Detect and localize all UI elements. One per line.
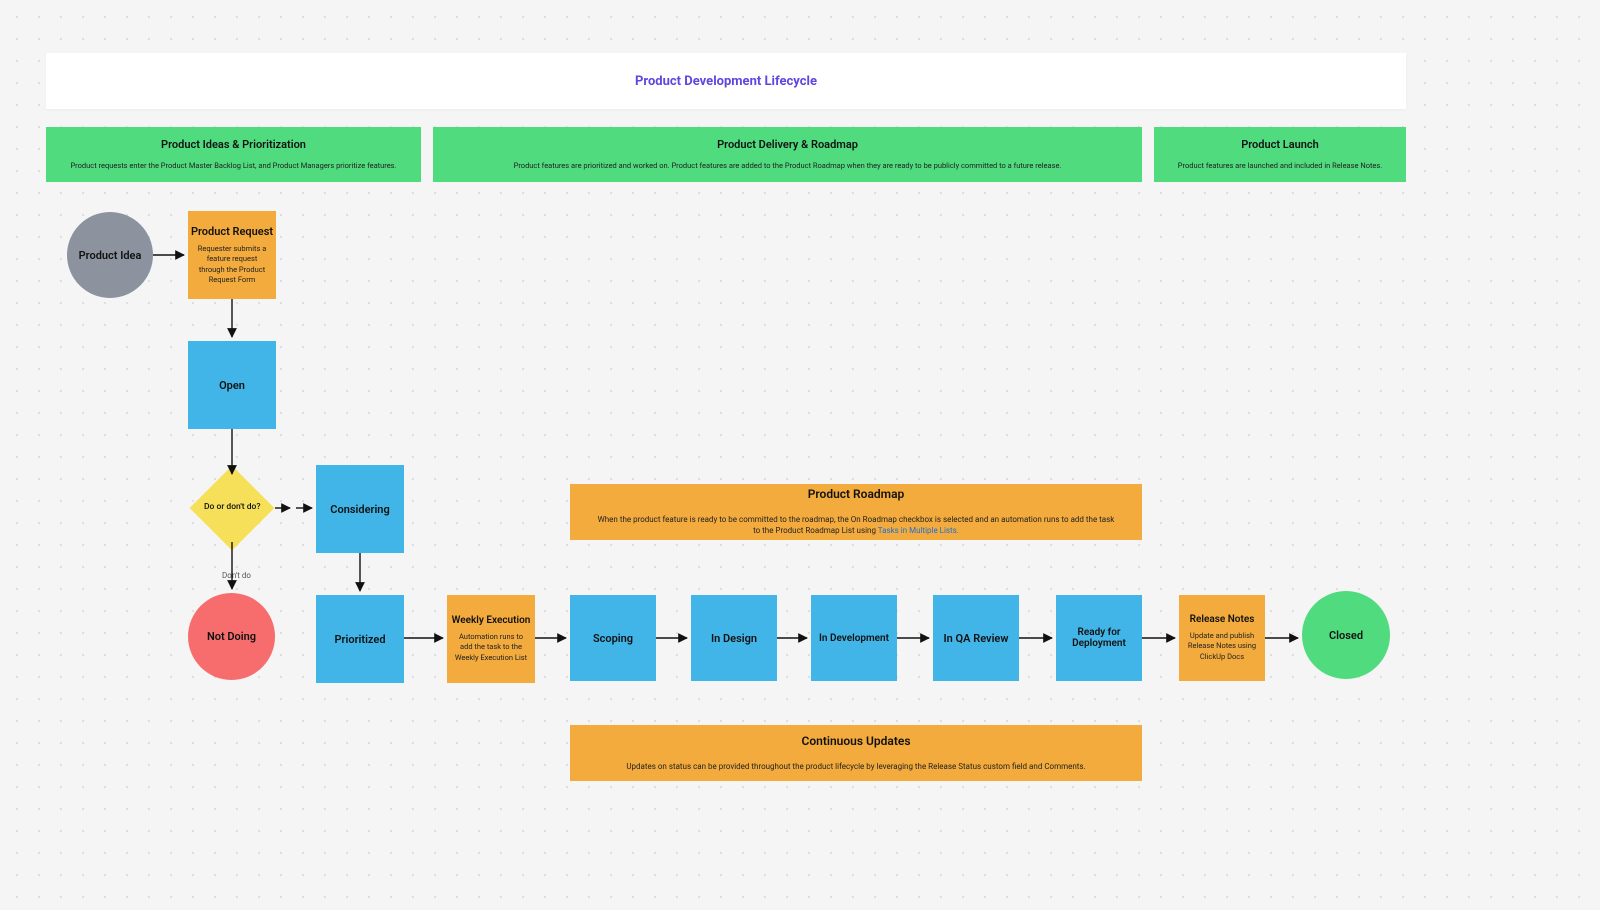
edge-label-dontdo: Don't do [222,571,251,580]
node-open[interactable]: Open [188,341,276,429]
diagram-title: Product Development Lifecycle [46,53,1406,109]
node-release-notes[interactable]: Release Notes Update and publish Release… [1179,595,1265,681]
phase-launch: Product Launch Product features are laun… [1154,127,1406,182]
node-title: Closed [1329,629,1363,642]
phase-sub: Product requests enter the Product Maste… [64,161,402,171]
node-in-design[interactable]: In Design [691,595,777,681]
node-closed[interactable]: Closed [1302,591,1390,679]
node-title: Product Request [191,225,273,238]
phase-ideas: Product Ideas & Prioritization Product r… [46,127,421,182]
phase-sub: Product features are prioritized and wor… [508,161,1068,171]
node-title: Continuous Updates [801,734,910,748]
node-title: Release Notes [1190,614,1255,625]
node-weekly-execution[interactable]: Weekly Execution Automation runs to add … [447,595,535,683]
node-in-development[interactable]: In Development [811,595,897,681]
decision-diamond: Do or don't do? [190,466,275,551]
phase-title: Product Launch [1241,138,1319,151]
node-title: In Development [819,633,889,644]
node-sub: Automation runs to add the task to the W… [447,632,535,662]
node-title: Product Idea [79,249,142,262]
node-title: In QA Review [944,632,1009,645]
node-decision[interactable]: Do or don't do? [202,478,262,538]
phase-title: Product Delivery & Roadmap [717,138,858,151]
node-title: Ready for Deployment [1056,627,1142,649]
node-product-idea[interactable]: Product Idea [67,212,153,298]
diagram-title-text: Product Development Lifecycle [635,74,817,89]
node-title: Not Doing [207,630,256,643]
node-product-request[interactable]: Product Request Requester submits a feat… [188,211,276,299]
phase-title: Product Ideas & Prioritization [161,138,306,151]
node-title: Prioritized [334,633,385,646]
node-title: Considering [330,503,389,516]
node-continuous-updates[interactable]: Continuous Updates Updates on status can… [570,725,1142,781]
roadmap-desc: When the product feature is ready to be … [598,515,1115,535]
diagram-canvas[interactable]: Product Development Lifecycle Product Id… [0,0,1600,910]
node-sub: Updates on status can be provided throug… [620,762,1091,773]
node-sub: Requester submits a feature request thro… [188,244,276,285]
node-title: Open [219,379,245,392]
node-title: Scoping [593,632,633,645]
roadmap-link[interactable]: Tasks in Multiple Lists. [878,526,959,535]
node-ready-deployment[interactable]: Ready for Deployment [1056,595,1142,681]
phase-delivery: Product Delivery & Roadmap Product featu… [433,127,1142,182]
node-prioritized[interactable]: Prioritized [316,595,404,683]
node-title: Product Roadmap [808,487,905,501]
node-title: Weekly Execution [452,615,531,626]
node-title: In Design [711,632,757,645]
node-considering[interactable]: Considering [316,465,404,553]
phase-sub: Product features are launched and includ… [1172,161,1389,171]
node-scoping[interactable]: Scoping [570,595,656,681]
node-in-qa-review[interactable]: In QA Review [933,595,1019,681]
node-not-doing[interactable]: Not Doing [188,593,275,680]
node-product-roadmap[interactable]: Product Roadmap When the product feature… [570,484,1142,540]
node-title: Do or don't do? [204,503,261,513]
node-sub: Update and publish Release Notes using C… [1179,631,1265,661]
node-sub: When the product feature is ready to be … [588,515,1124,537]
